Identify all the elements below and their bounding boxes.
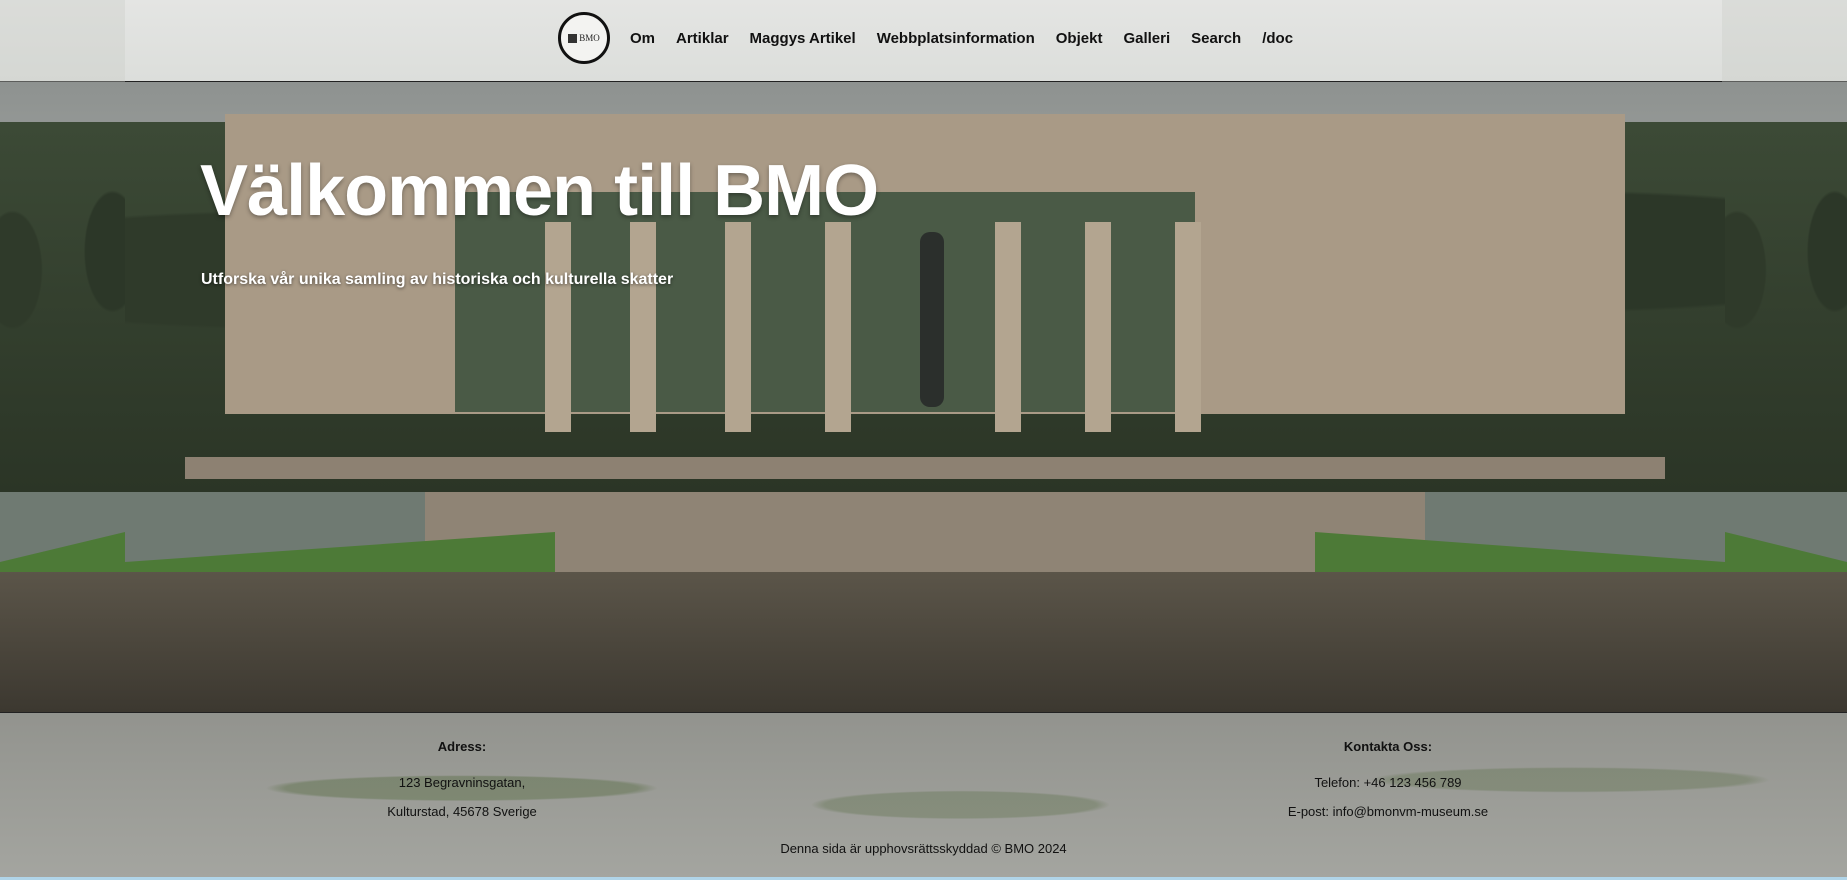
nav-item-search[interactable]: Search [1191, 30, 1241, 47]
hero-subtitle: Utforska vår unika samling av historiska… [201, 271, 674, 288]
site-header: BMO Om Artiklar Maggys Artikel Webbplats… [0, 0, 1847, 82]
logo-mark-icon [568, 33, 578, 43]
site-footer: Adress: 123 Begravninsgatan, Kulturstad,… [0, 712, 1847, 880]
hero-banner: Välkommen till BMO Utforska vår unika sa… [0, 82, 1847, 712]
nav-item-maggys-artikel[interactable]: Maggys Artikel [750, 30, 856, 47]
footer-contact: Kontakta Oss: Telefon: +46 123 456 789 E… [1248, 739, 1528, 826]
address-line-1: 123 Begravninsgatan, [398, 775, 526, 790]
nav-item-artiklar[interactable]: Artiklar [676, 30, 729, 47]
address-heading: Adress: [437, 739, 487, 754]
contact-heading: Kontakta Oss: [1343, 739, 1433, 754]
nav-item-webbplatsinformation[interactable]: Webbplatsinformation [877, 30, 1035, 47]
contact-phone: Telefon: +46 123 456 789 [1314, 775, 1462, 790]
address-line-2: Kulturstad, 45678 Sverige [387, 804, 537, 819]
hero-image-right-edge [1725, 82, 1847, 712]
hero-image-left-edge [0, 82, 125, 712]
main-nav: BMO Om Artiklar Maggys Artikel Webbplats… [558, 12, 1314, 64]
site-logo[interactable]: BMO [558, 12, 610, 64]
nav-item-om[interactable]: Om [630, 30, 655, 47]
contact-email: E-post: info@bmonvm-museum.se [1287, 804, 1489, 819]
logo-text: BMO [579, 33, 600, 43]
nav-item-doc[interactable]: /doc [1262, 30, 1293, 47]
copyright-text: Denna sida är upphovsrättsskyddad © BMO … [780, 841, 1067, 856]
footer-address: Adress: 123 Begravninsgatan, Kulturstad,… [322, 739, 602, 826]
nav-item-galleri[interactable]: Galleri [1123, 30, 1170, 47]
hero-title: Välkommen till BMO [200, 151, 879, 231]
nav-item-objekt[interactable]: Objekt [1056, 30, 1103, 47]
